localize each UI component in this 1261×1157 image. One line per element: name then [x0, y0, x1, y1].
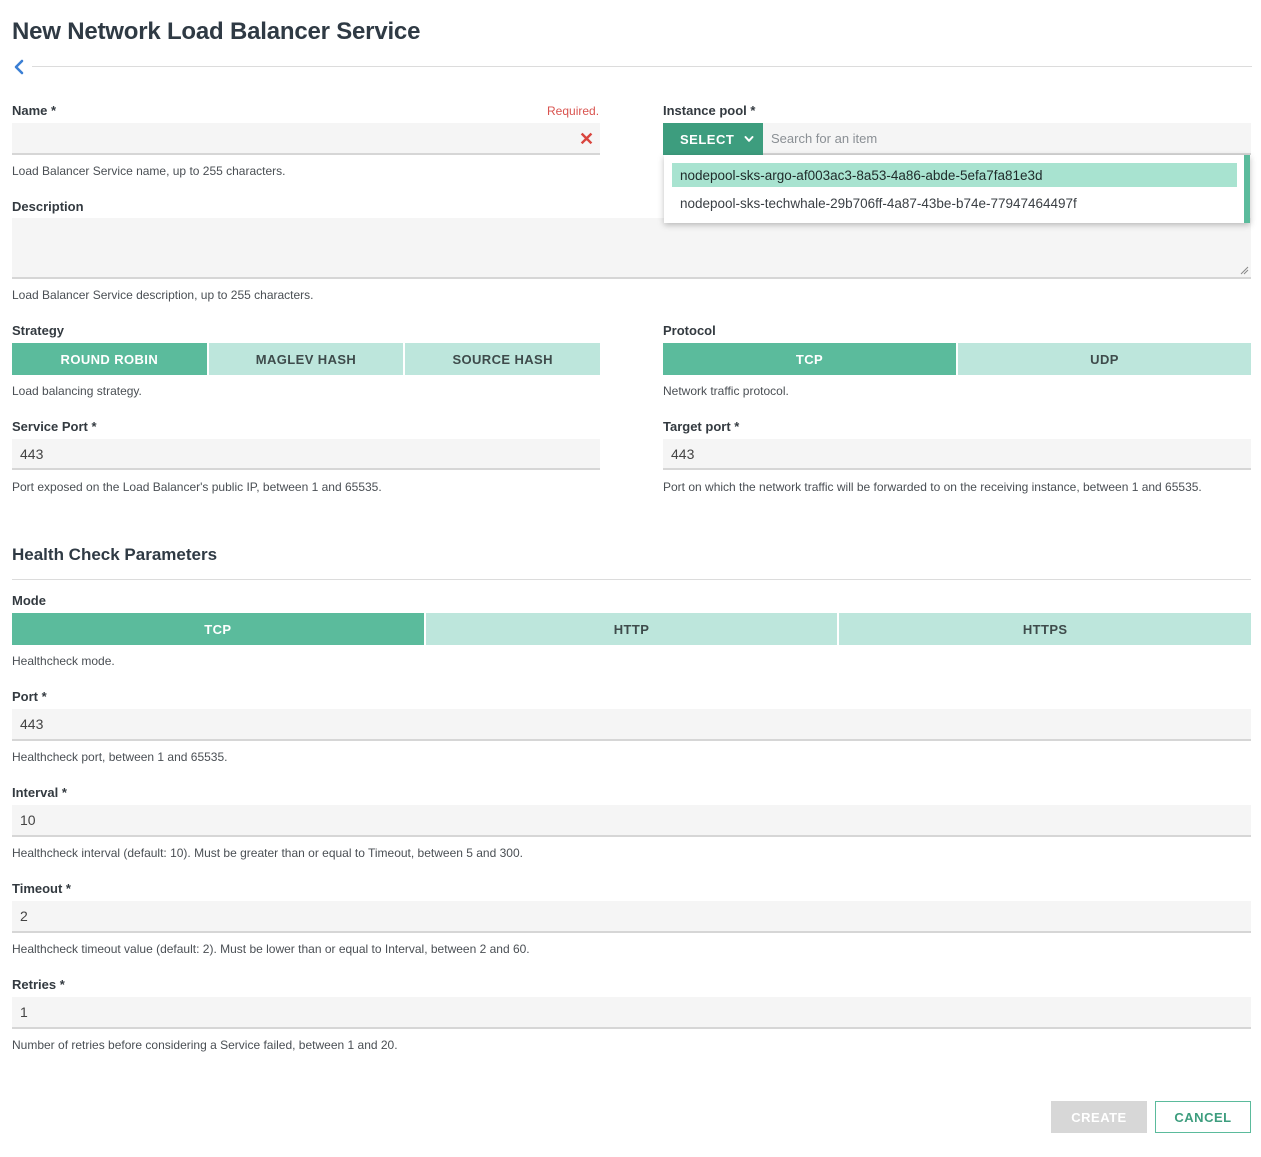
- name-required-error: Required.: [547, 104, 600, 118]
- back-arrow-icon[interactable]: [10, 58, 28, 76]
- mode-https-button[interactable]: HTTPS: [839, 613, 1252, 645]
- mode-toggle: TCP HTTP HTTPS: [12, 613, 1252, 645]
- section-divider: [12, 579, 1251, 580]
- name-input[interactable]: [12, 123, 600, 155]
- service-port-input[interactable]: 443: [12, 439, 600, 470]
- dropdown-option[interactable]: nodepool-sks-techwhale-29b706ff-4a87-43b…: [672, 191, 1237, 215]
- hc-port-label: Port *: [12, 689, 47, 704]
- retries-value: 1: [20, 1004, 28, 1020]
- instance-pool-dropdown: nodepool-sks-argo-af003ac3-8a53-4a86-abd…: [664, 155, 1250, 223]
- target-port-hint: Port on which the network traffic will b…: [663, 480, 1202, 494]
- service-port-label: Service Port *: [12, 419, 97, 434]
- strategy-round-robin-button[interactable]: ROUND ROBIN: [12, 343, 207, 375]
- timeout-label: Timeout *: [12, 881, 71, 896]
- interval-label: Interval *: [12, 785, 67, 800]
- service-port-value: 443: [20, 445, 44, 462]
- target-port-label: Target port *: [663, 419, 740, 434]
- strategy-hint: Load balancing strategy.: [12, 384, 142, 398]
- timeout-hint: Healthcheck timeout value (default: 2). …: [12, 942, 530, 956]
- description-textarea[interactable]: [12, 218, 1251, 279]
- mode-http-button[interactable]: HTTP: [425, 613, 838, 645]
- description-label: Description: [12, 199, 84, 214]
- select-label: SELECT: [680, 131, 735, 147]
- mode-label: Mode: [12, 593, 46, 608]
- page-title: New Network Load Balancer Service: [12, 18, 421, 45]
- strategy-toggle: ROUND ROBIN MAGLEV HASH SOURCE HASH: [12, 343, 601, 375]
- protocol-hint: Network traffic protocol.: [663, 384, 789, 398]
- protocol-toggle: TCP UDP: [663, 343, 1251, 375]
- resize-handle-icon[interactable]: [1240, 266, 1249, 275]
- header-divider: [32, 66, 1252, 67]
- timeout-value: 2: [20, 908, 28, 924]
- create-button[interactable]: CREATE: [1051, 1101, 1147, 1133]
- mode-tcp-button[interactable]: TCP: [12, 613, 424, 645]
- interval-input[interactable]: 10: [12, 805, 1251, 837]
- search-placeholder: Search for an item: [771, 130, 878, 146]
- chevron-down-icon: [744, 136, 754, 142]
- description-hint: Load Balancer Service description, up to…: [12, 288, 314, 302]
- name-hint: Load Balancer Service name, up to 255 ch…: [12, 164, 286, 178]
- protocol-label: Protocol: [663, 323, 716, 338]
- instance-pool-select-button[interactable]: SELECT: [663, 123, 763, 155]
- instance-pool-search-input[interactable]: Search for an item: [763, 123, 1251, 155]
- target-port-value: 443: [671, 445, 695, 462]
- timeout-input[interactable]: 2: [12, 901, 1251, 933]
- service-port-hint: Port exposed on the Load Balancer's publ…: [12, 480, 382, 494]
- hc-port-input[interactable]: 443: [12, 709, 1251, 741]
- instance-pool-label: Instance pool *: [663, 103, 756, 118]
- protocol-udp-button[interactable]: UDP: [958, 343, 1251, 375]
- interval-value: 10: [20, 812, 36, 828]
- strategy-source-hash-button[interactable]: SOURCE HASH: [405, 343, 601, 375]
- clear-icon[interactable]: ✕: [579, 130, 594, 148]
- cancel-button[interactable]: CANCEL: [1155, 1101, 1251, 1133]
- retries-label: Retries *: [12, 977, 65, 992]
- name-label: Name *: [12, 103, 57, 118]
- target-port-input[interactable]: 443: [663, 439, 1251, 470]
- retries-input[interactable]: 1: [12, 997, 1251, 1029]
- protocol-tcp-button[interactable]: TCP: [663, 343, 956, 375]
- health-check-section-title: Health Check Parameters: [12, 545, 218, 564]
- dropdown-option[interactable]: nodepool-sks-argo-af003ac3-8a53-4a86-abd…: [672, 163, 1237, 187]
- hc-port-hint: Healthcheck port, between 1 and 65535.: [12, 750, 228, 764]
- retries-hint: Number of retries before considering a S…: [12, 1038, 398, 1052]
- strategy-label: Strategy: [12, 323, 65, 338]
- strategy-maglev-hash-button[interactable]: MAGLEV HASH: [208, 343, 404, 375]
- hc-port-value: 443: [20, 716, 44, 732]
- interval-hint: Healthcheck interval (default: 10). Must…: [12, 846, 523, 860]
- mode-hint: Healthcheck mode.: [12, 654, 115, 668]
